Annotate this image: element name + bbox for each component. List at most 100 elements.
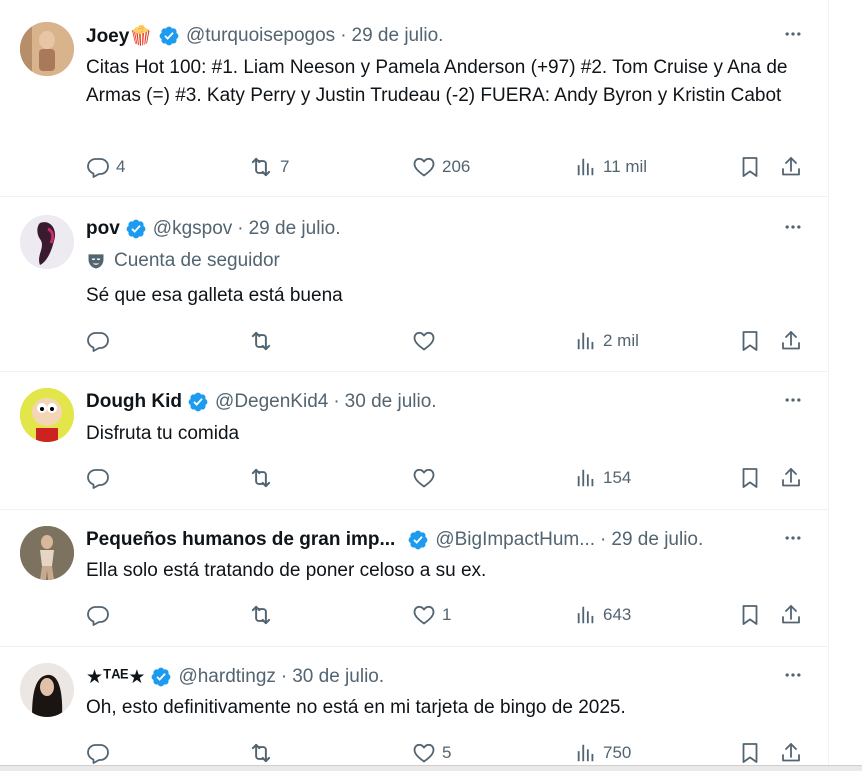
tweet-date[interactable]: 29 de julio. [352,25,444,47]
verified-badge-icon [158,25,180,47]
tweet-header: Joey🍿 @turquoisepogos · 29 de julio. [86,24,443,48]
views-button[interactable]: 2 mil [575,328,639,354]
views-button[interactable]: 154 [575,465,631,491]
like-count: 5 [442,743,452,762]
reply-button[interactable] [86,740,116,765]
share-icon[interactable] [779,328,803,354]
reply-button[interactable] [86,465,116,491]
views-button[interactable]: 750 [575,740,631,765]
more-icon[interactable] [781,530,805,550]
like-button[interactable]: 206 [412,154,470,180]
reply-button[interactable]: 4 [86,154,125,180]
tweet-date[interactable]: 29 de julio. [249,218,341,240]
avatar[interactable] [20,663,74,717]
tweet-actions: 1 643 [86,602,816,628]
tweet-text: Sé que esa galleta está buena [86,285,343,306]
separator-dot: · [340,25,347,46]
repost-button[interactable] [248,328,280,354]
bookmark-icon[interactable] [738,328,762,354]
verified-badge-icon [125,218,147,240]
tweet-text: Citas Hot 100: #1. Liam Neeson y Pamela … [86,57,788,106]
views-count: 643 [603,605,632,624]
like-button[interactable]: 1 [412,602,451,628]
repost-button[interactable] [248,465,280,491]
follower-label-text: Cuenta de seguidor [114,250,280,271]
reply-button[interactable] [86,602,116,628]
more-icon[interactable] [781,219,805,239]
separator-dot: · [280,666,288,687]
like-count: 1 [442,605,452,624]
follower-account-label: Cuenta de seguidor [86,250,280,272]
repost-button[interactable] [248,740,280,765]
tweet-date[interactable]: 30 de julio. [345,391,437,413]
like-count: 206 [442,157,471,176]
tweet-card[interactable]: Pequeños humanos de gran imp... @BigImpa… [0,510,828,647]
tweet-header: Dough Kid @DegenKid4 · 30 de julio. [86,390,437,414]
tweet-date[interactable]: 29 de julio. [611,529,703,551]
separator-dot: · [333,391,340,412]
more-icon[interactable] [781,667,805,687]
more-icon[interactable] [781,26,805,46]
window-bottom-edge [0,765,862,771]
share-icon[interactable] [779,465,803,491]
repost-button[interactable] [248,602,280,628]
tweet-card[interactable]: pov @kgspov · 29 de julio. Cuenta de seg… [0,197,828,372]
tweet-actions: 4 7 206 11 mil [86,154,816,180]
share-icon[interactable] [779,154,803,180]
verified-badge-icon [407,529,429,551]
verified-badge-icon [187,391,209,413]
bookmark-icon[interactable] [738,465,762,491]
like-button[interactable] [412,328,442,354]
author-handle[interactable]: @BigImpactHum... [435,529,595,551]
tweet-header: pov @kgspov · 29 de julio. [86,217,341,241]
author-name[interactable]: pov [86,218,120,240]
avatar[interactable] [20,526,74,580]
share-icon[interactable] [779,740,803,765]
separator-dot: · [237,218,244,239]
author-handle[interactable]: @turquoisepogos [186,25,335,47]
separator-dot: · [600,529,607,550]
repost-button[interactable]: 7 [248,154,289,180]
author-name[interactable]: ★ᵀᴬᴱ★ [86,666,145,689]
views-count: 750 [603,743,632,762]
tweet-text: Disfruta tu comida [86,423,240,444]
share-icon[interactable] [779,602,803,628]
tweet-text: Oh, esto definitivamente no está en mi t… [86,697,626,718]
tweet-date[interactable]: 30 de julio. [292,666,384,688]
views-button[interactable]: 11 mil [575,154,647,180]
views-button[interactable]: 643 [575,602,631,628]
views-count: 154 [603,468,632,487]
tweet-card[interactable]: Dough Kid @DegenKid4 · 30 de julio. Disf… [0,372,828,510]
bookmark-icon[interactable] [738,154,762,180]
tweet-actions: 5 750 [86,740,816,765]
tweet-header: Pequeños humanos de gran imp... @BigImpa… [86,528,776,552]
bookmark-icon[interactable] [738,602,762,628]
like-button[interactable]: 5 [412,740,451,765]
tweet-actions: 154 [86,465,816,491]
author-handle[interactable]: @hardtingz [178,666,275,688]
page-margin [829,0,862,765]
timeline-feed: Joey🍿 @turquoisepogos · 29 de julio. Cit… [0,0,829,765]
avatar[interactable] [20,22,74,76]
follower-mask-icon [86,251,106,271]
avatar[interactable] [20,388,74,442]
author-handle[interactable]: @kgspov [153,218,233,240]
tweet-card[interactable]: Joey🍿 @turquoisepogos · 29 de julio. Cit… [0,0,828,197]
views-count: 11 mil [603,157,648,176]
author-name[interactable]: Joey🍿 [86,24,153,48]
tweet-text: Ella solo está tratando de poner celoso … [86,560,487,581]
repost-count: 7 [280,157,290,176]
reply-count: 4 [116,157,126,176]
bookmark-icon[interactable] [738,740,762,765]
tweet-header: ★ᵀᴬᴱ★ @hardtingz · 30 de julio. [86,665,384,689]
reply-button[interactable] [86,328,116,354]
verified-badge-icon [150,666,172,688]
author-name[interactable]: Pequeños humanos de gran imp... [86,529,395,551]
like-button[interactable] [412,465,442,491]
avatar[interactable] [20,215,74,269]
author-handle[interactable]: @DegenKid4 [215,391,328,413]
author-name[interactable]: Dough Kid [86,391,182,413]
tweet-card[interactable]: ★ᵀᴬᴱ★ @hardtingz · 30 de julio. Oh, esto… [0,647,828,765]
more-icon[interactable] [781,392,805,412]
views-count: 2 mil [603,331,639,350]
